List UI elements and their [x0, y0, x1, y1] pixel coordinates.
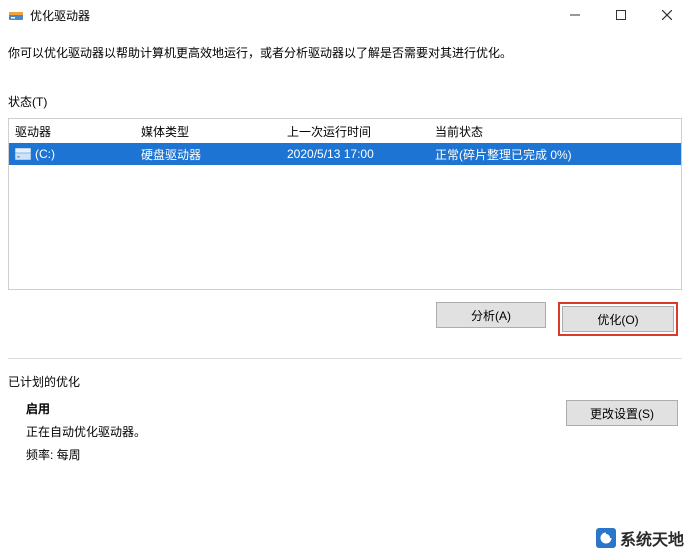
watermark: 系统天地 [596, 526, 684, 550]
content: 你可以优化驱动器以帮助计算机更高效地运行，或者分析驱动器以了解是否需要对其进行优… [0, 30, 690, 469]
schedule-on: 启用 [26, 400, 566, 417]
column-header-state[interactable]: 当前状态 [429, 123, 681, 140]
maximize-button[interactable] [598, 0, 644, 30]
column-header-media[interactable]: 媒体类型 [135, 123, 281, 140]
action-buttons: 分析(A) 优化(O) [8, 302, 682, 336]
cell-drive: (C:) [9, 147, 135, 161]
schedule-title: 已计划的优化 [8, 373, 682, 390]
cell-state: 正常(碎片整理已完成 0%) [429, 146, 681, 163]
app-icon [8, 7, 24, 23]
column-header-lastrun[interactable]: 上一次运行时间 [281, 123, 429, 140]
change-settings-button[interactable]: 更改设置(S) [566, 400, 678, 426]
titlebar: 优化驱动器 [0, 0, 690, 30]
schedule-info: 启用 正在自动优化驱动器。 频率: 每周 [8, 400, 566, 469]
drive-list[interactable]: 驱动器 媒体类型 上一次运行时间 当前状态 (C:) 硬盘驱动器 2020/5/… [8, 118, 682, 290]
status-label: 状态(T) [8, 93, 682, 110]
close-button[interactable] [644, 0, 690, 30]
analyze-button[interactable]: 分析(A) [436, 302, 546, 328]
table-row[interactable]: (C:) 硬盘驱动器 2020/5/13 17:00 正常(碎片整理已完成 0%… [9, 143, 681, 165]
cell-media: 硬盘驱动器 [135, 146, 281, 163]
highlight-box: 优化(O) [558, 302, 678, 336]
watermark-text: 系统天地 [620, 526, 684, 550]
window-title: 优化驱动器 [30, 7, 90, 24]
optimize-button[interactable]: 优化(O) [562, 306, 674, 332]
separator [8, 358, 682, 359]
cell-lastrun: 2020/5/13 17:00 [281, 147, 429, 161]
column-header-drive[interactable]: 驱动器 [9, 123, 135, 140]
schedule-desc: 正在自动优化驱动器。 [26, 423, 566, 440]
window-controls [552, 0, 690, 30]
minimize-button[interactable] [552, 0, 598, 30]
description-text: 你可以优化驱动器以帮助计算机更高效地运行，或者分析驱动器以了解是否需要对其进行优… [8, 44, 682, 63]
schedule-freq: 频率: 每周 [26, 446, 566, 463]
list-header: 驱动器 媒体类型 上一次运行时间 当前状态 [9, 119, 681, 143]
cell-drive-label: (C:) [35, 147, 55, 161]
watermark-icon [596, 528, 616, 548]
disk-icon [15, 147, 31, 161]
schedule-row: 启用 正在自动优化驱动器。 频率: 每周 更改设置(S) [8, 400, 682, 469]
